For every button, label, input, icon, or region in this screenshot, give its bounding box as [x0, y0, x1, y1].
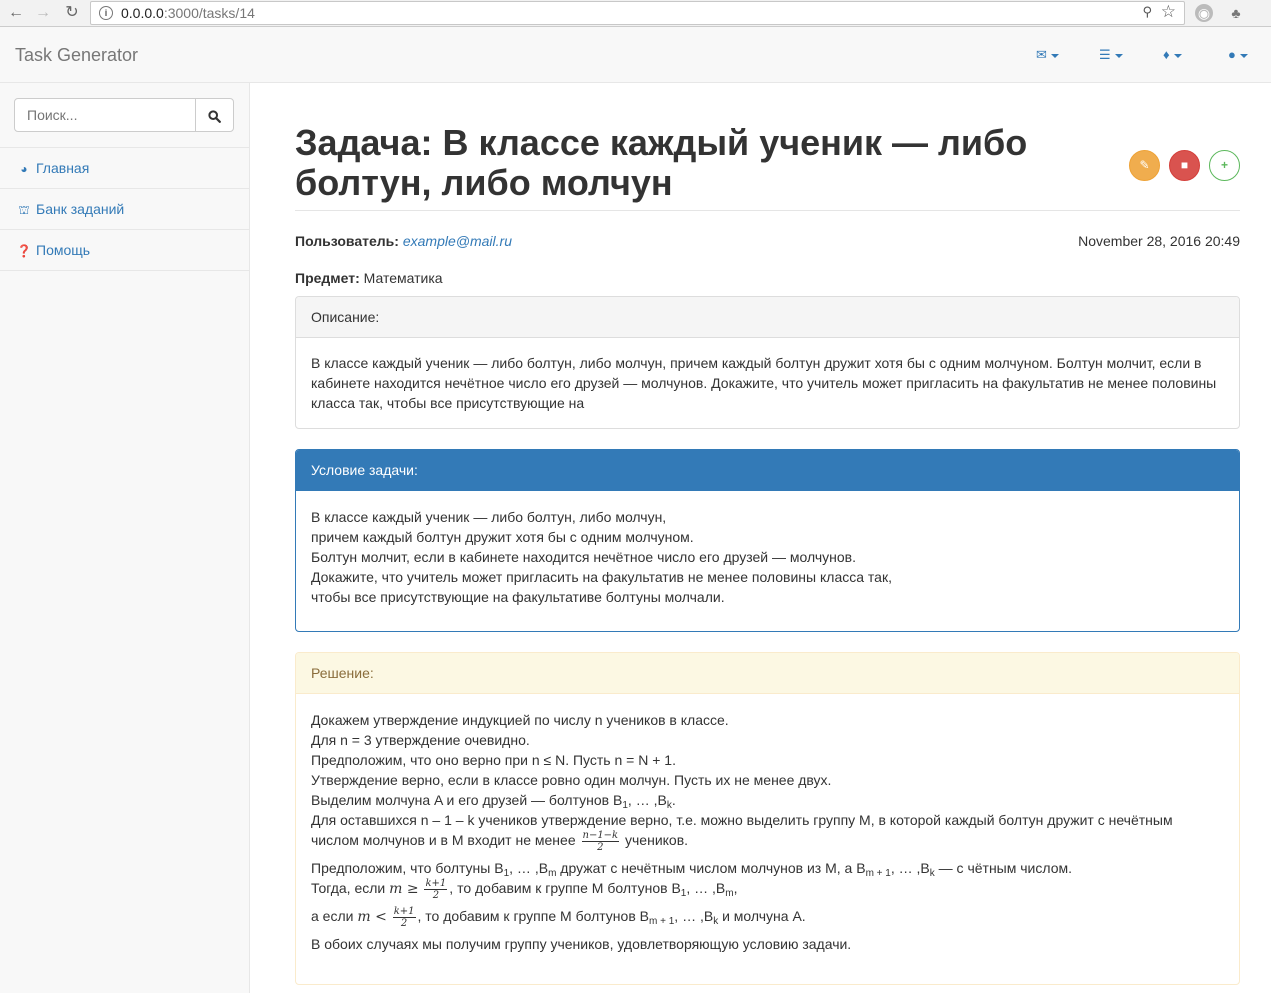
user-dropdown[interactable]: ●: [1228, 47, 1248, 62]
globe-extension-icon[interactable]: ◉: [1195, 4, 1213, 22]
title-divider: [295, 210, 1240, 211]
solution-line: Выделим молчуна A и его друзей — болтуно…: [311, 792, 676, 811]
sidebar-item-task-bank[interactable]: ⛫ Банк заданий: [16, 201, 124, 219]
user-meta: Пользователь: example@mail.ru: [295, 233, 512, 249]
messages-dropdown[interactable]: ✉: [1036, 47, 1059, 63]
sidebar-divider: [0, 147, 249, 148]
question-icon: ❓: [16, 244, 32, 258]
dashboard-icon: ◕: [20, 162, 28, 176]
sidebar-divider: [0, 229, 249, 230]
caret-down-icon: [1050, 53, 1059, 58]
caret-down-icon: [1173, 53, 1182, 58]
key-icon[interactable]: ⚲: [1142, 4, 1152, 20]
solution-line: Для оставшихся n – 1 – k учеников утверж…: [311, 812, 1173, 828]
description-panel: Описание: В классе каждый ученик — либо …: [295, 296, 1240, 429]
sidebar-item-label: Главная: [36, 160, 90, 176]
url-text: 0.0.0.0:3000/tasks/14: [121, 5, 255, 21]
caret-down-icon: [1239, 53, 1248, 58]
user-label: Пользователь:: [295, 233, 399, 249]
alerts-dropdown[interactable]: ♦: [1163, 47, 1182, 62]
bell-icon: ♦: [1163, 47, 1170, 62]
search-input[interactable]: [14, 98, 196, 132]
top-navbar: Task Generator ✉ ☰ ♦ ●: [0, 27, 1271, 83]
description-header: Описание:: [296, 297, 1239, 338]
user-icon: ●: [1228, 47, 1236, 62]
edit-button[interactable]: ✎: [1129, 150, 1160, 181]
fraction: k+1 2: [392, 906, 416, 929]
task-date: November 28, 2016 20:49: [1078, 233, 1240, 249]
evernote-extension-icon[interactable]: ♣: [1227, 4, 1245, 22]
bookmark-star-icon[interactable]: ☆: [1161, 2, 1176, 22]
condition-line: чтобы все присутствующие на факультативе…: [311, 589, 725, 605]
description-body: В классе каждый ученик — либо болтун, ли…: [311, 355, 1217, 411]
solution-line: числом молчунов и в M входит не менее n−…: [311, 830, 689, 853]
condition-line: причем каждый болтун дружит хотя бы с од…: [311, 529, 694, 545]
list-icon: ☰: [1099, 47, 1111, 62]
main-content: Задача: В классе каждый ученик — либо бо…: [250, 83, 1271, 993]
condition-line: В классе каждый ученик — либо болтун, ли…: [311, 509, 667, 525]
condition-line: Докажите, что учитель может пригласить н…: [311, 569, 892, 585]
solution-line: Утверждение верно, если в классе ровно о…: [311, 772, 832, 788]
solution-body: Докажем утверждение индукцией по числу n…: [296, 694, 1239, 969]
title-prefix: Задача:: [295, 122, 433, 163]
sidebar-item-label: Банк заданий: [36, 201, 125, 217]
delete-button[interactable]: ■: [1169, 150, 1200, 181]
solution-panel: Решение: Докажем утверждение индукцией п…: [295, 652, 1240, 985]
solution-line: а если m < k+1 2, то добавим к группе M б…: [311, 906, 806, 929]
sidebar-divider: [0, 270, 249, 271]
trash-icon: ■: [1180, 158, 1189, 172]
sidebar-item-label: Помощь: [36, 242, 91, 258]
brand-title[interactable]: Task Generator: [15, 45, 138, 66]
info-icon[interactable]: i: [99, 6, 113, 20]
reload-icon[interactable]: ↻: [62, 3, 82, 23]
sidebar-item-home[interactable]: ◕ Главная: [16, 160, 89, 176]
search-button[interactable]: [195, 98, 234, 132]
condition-header: Условие задачи:: [296, 450, 1239, 491]
search-icon: [208, 110, 221, 123]
plus-square-icon: +: [1220, 158, 1228, 172]
envelope-icon: ✉: [1036, 47, 1047, 62]
sidebar-item-help[interactable]: ❓ Помощь: [16, 242, 91, 258]
add-button[interactable]: +: [1209, 150, 1240, 181]
condition-line: Болтун молчит, если в кабинете находится…: [311, 549, 856, 565]
fraction: n−1−k 2: [581, 830, 620, 853]
solution-line: Для n = 3 утверждение очевидно.: [311, 732, 530, 748]
edit-icon: ✎: [1139, 158, 1150, 172]
subject-value: Математика: [363, 270, 443, 286]
solution-line: Докажем утверждение индукцией по числу n…: [311, 712, 729, 728]
subject-meta: Предмет: Математика: [295, 270, 443, 286]
condition-panel: Условие задачи: В классе каждый ученик —…: [295, 449, 1240, 632]
caret-down-icon: [1114, 53, 1123, 58]
address-bar[interactable]: i 0.0.0.0:3000/tasks/14 ⚲ ☆: [90, 1, 1185, 25]
back-icon[interactable]: ←: [6, 3, 26, 23]
user-email-link[interactable]: example@mail.ru: [403, 233, 512, 249]
sidebar-divider: [0, 188, 249, 189]
solution-line: Тогда, если m ≥ k+1 2, то добавим к групп…: [311, 878, 738, 901]
fraction: k+1 2: [424, 878, 448, 901]
forward-icon[interactable]: →: [33, 3, 53, 23]
subject-label: Предмет:: [295, 270, 360, 286]
condition-body: В классе каждый ученик — либо болтун, ли…: [296, 491, 1239, 622]
page-title: Задача: В классе каждый ученик — либо бо…: [295, 123, 1055, 203]
sidebar: ◕ Главная ⛫ Банк заданий ❓ Помощь: [0, 83, 250, 993]
solution-header: Решение:: [296, 653, 1239, 694]
solution-line: Предположим, что оно верно при n ≤ N. Пу…: [311, 752, 676, 768]
sidebar-search: [14, 98, 234, 132]
bank-icon: ⛫: [18, 203, 30, 217]
tasks-dropdown[interactable]: ☰: [1099, 47, 1123, 63]
solution-line: В обоих случаях мы получим группу ученик…: [311, 936, 852, 952]
solution-line: Предположим, что болтуны B1, … ,Bm дружа…: [311, 860, 1072, 879]
browser-chrome: ← → ↻ i 0.0.0.0:3000/tasks/14 ⚲ ☆ ◉ ♣: [0, 0, 1271, 27]
